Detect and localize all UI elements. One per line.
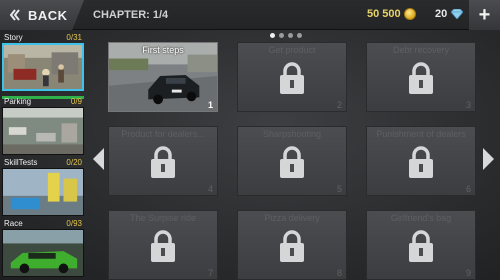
skilltests-thumbnail (2, 168, 84, 216)
sidebar-item-label: SkillTests (4, 158, 38, 167)
sidebar-item-label: Parking (4, 97, 32, 106)
level-title: First steps (142, 45, 184, 55)
level-title: Pizza delivery (264, 213, 320, 223)
level-title: Get product (268, 45, 316, 55)
sidebar-item-label: Story (4, 33, 23, 42)
level-card-2[interactable]: Get product 2 (237, 42, 347, 112)
page-indicator (270, 33, 302, 38)
sidebar-item-skilltests[interactable]: SkillTests 0/20 (2, 157, 84, 221)
level-card-9[interactable]: Girlfriend's bag 9 (366, 210, 476, 280)
top-bar: BACK CHAPTER: 1/4 50 500 20 + (0, 0, 500, 30)
sidebar-item-parking[interactable]: Parking 0/9 (2, 96, 84, 160)
parking-thumbnail (2, 107, 84, 155)
coin-amount: 50 500 (367, 8, 401, 20)
level-number: 5 (336, 184, 342, 194)
level-card-1[interactable]: First steps 1 (108, 42, 218, 112)
padlock-icon (280, 230, 304, 262)
padlock-icon (409, 146, 433, 178)
padlock-icon (280, 146, 304, 178)
level-number: 8 (336, 268, 342, 278)
page-dot[interactable] (279, 33, 284, 38)
level-title: Girlfriend's bag (390, 213, 452, 223)
level-number: 1 (207, 100, 213, 110)
coin-balance: 50 500 (367, 8, 416, 20)
padlock-icon (280, 62, 304, 94)
level-title: The Surpise ride (129, 213, 197, 223)
race-thumbnail (2, 229, 84, 277)
diamond-icon (451, 9, 464, 19)
padlock-icon (151, 230, 175, 262)
add-currency-button[interactable]: + (469, 0, 500, 30)
padlock-icon (409, 230, 433, 262)
level-title: Product for dealers... (121, 129, 205, 139)
level-card-6[interactable]: Punishment of dealers 6 (366, 126, 476, 196)
sidebar-item-story[interactable]: Story 0/31 (2, 32, 84, 99)
previous-page-arrow[interactable] (93, 148, 105, 170)
gem-amount: 20 (435, 8, 448, 20)
level-card-3[interactable]: Debt recovery 3 (366, 42, 476, 112)
level-title: Punishment of dealers (376, 129, 466, 139)
chapter-indicator: CHAPTER: 1/4 (93, 9, 169, 21)
sidebar-item-count: 0/93 (66, 219, 82, 228)
back-button[interactable]: BACK (0, 0, 84, 30)
mode-sidebar: Story 0/31 Parking 0/9 SkillTests 0/20 R… (2, 32, 84, 280)
sidebar-item-count: 0/31 (66, 33, 82, 42)
page-dot[interactable] (288, 33, 293, 38)
coin-icon (403, 8, 416, 20)
level-card-4[interactable]: Product for dealers... 4 (108, 126, 218, 196)
page-dot[interactable] (270, 33, 275, 38)
level-card-5[interactable]: Sharpshooting 5 (237, 126, 347, 196)
level-title: Sharpshooting (262, 129, 322, 139)
padlock-icon (409, 62, 433, 94)
padlock-icon (151, 146, 175, 178)
level-number: 9 (465, 268, 471, 278)
gem-balance: 20 (435, 8, 464, 20)
page-dot[interactable] (297, 33, 302, 38)
sidebar-item-race[interactable]: Race 0/93 (2, 218, 84, 280)
level-number: 7 (207, 268, 213, 278)
chevron-left-icon (10, 9, 20, 21)
back-label: BACK (28, 7, 68, 23)
level-number: 4 (207, 184, 213, 194)
level-number: 3 (465, 100, 471, 110)
next-page-arrow[interactable] (482, 148, 494, 170)
level-number: 6 (465, 184, 471, 194)
level-card-8[interactable]: Pizza delivery 8 (237, 210, 347, 280)
level-number: 2 (336, 100, 342, 110)
sidebar-item-count: 0/9 (70, 97, 82, 106)
level-title: Debt recovery (392, 45, 450, 55)
story-thumbnail (2, 43, 84, 91)
level-card-7[interactable]: The Surpise ride 7 (108, 210, 218, 280)
sidebar-item-label: Race (4, 219, 23, 228)
sidebar-item-count: 0/20 (66, 158, 82, 167)
